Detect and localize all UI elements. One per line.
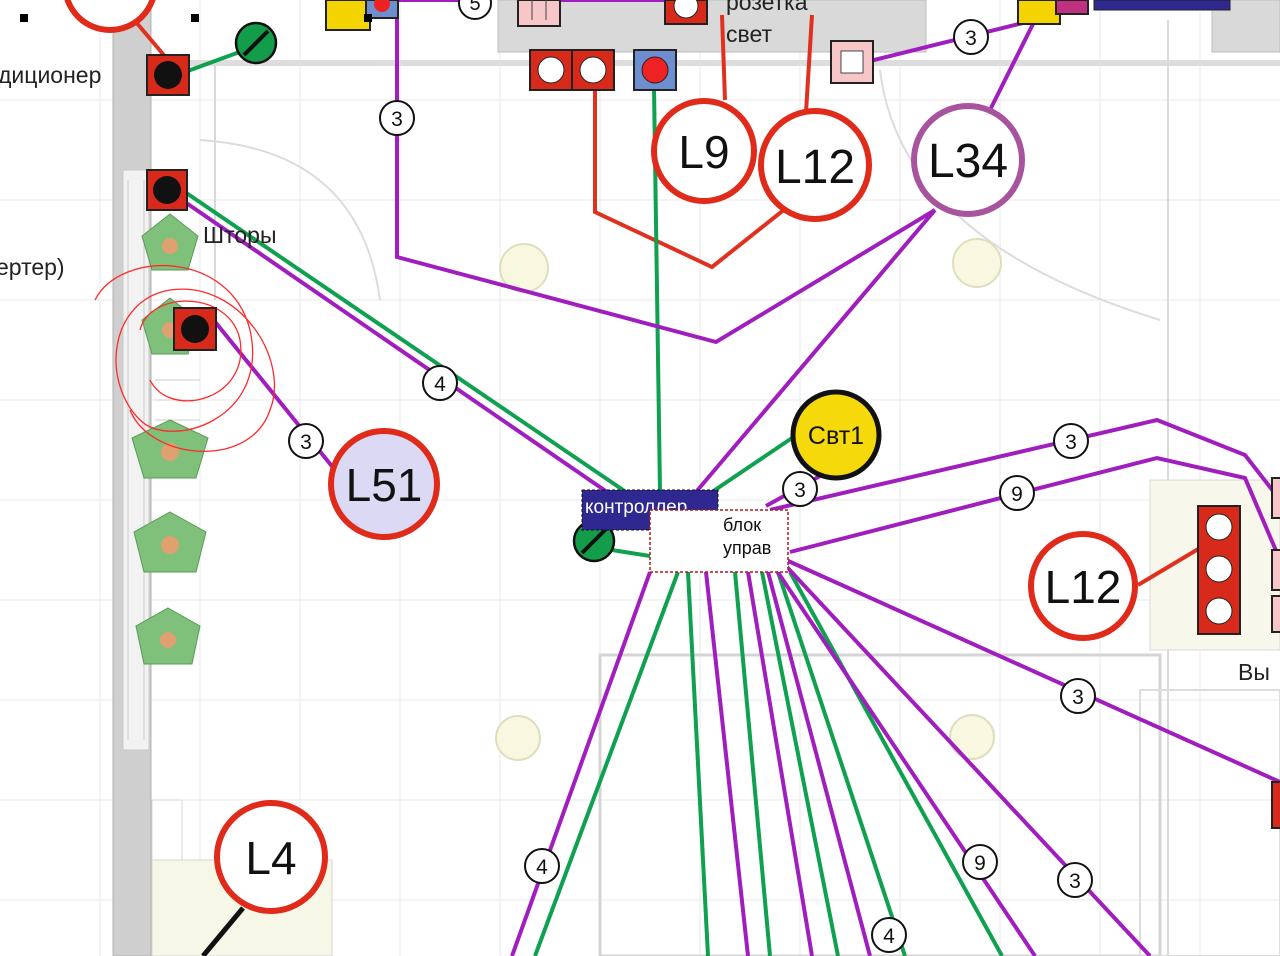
conditioner-outlet[interactable] bbox=[146, 54, 190, 96]
conditioner-label: дициoнер bbox=[0, 62, 101, 88]
line-circle-l4[interactable]: L4 bbox=[214, 800, 328, 914]
svg-text:L51: L51 bbox=[346, 459, 423, 511]
wire-count-badge: 3 bbox=[1053, 423, 1089, 459]
svg-text:L12: L12 bbox=[775, 141, 855, 194]
inverter-label: ертер) bbox=[0, 254, 65, 280]
selection-handle[interactable] bbox=[191, 14, 199, 22]
wire-count-badge: 4 bbox=[524, 848, 560, 884]
wiring-diagram: контроллер блок управ Свт1 L9 L12 L34 L5… bbox=[0, 0, 1280, 956]
svg-text:3: 3 bbox=[300, 431, 312, 454]
pink-outlet[interactable] bbox=[830, 40, 874, 84]
curtains-label: Шторы bbox=[203, 222, 276, 248]
selection-handle[interactable] bbox=[20, 14, 28, 22]
svg-text:9: 9 bbox=[1011, 483, 1023, 506]
wire-count-badge: 3 bbox=[379, 100, 415, 136]
selection-handle[interactable] bbox=[364, 14, 372, 22]
svg-text:L9: L9 bbox=[678, 126, 729, 178]
svg-text:4: 4 bbox=[536, 856, 548, 879]
svg-text:4: 4 bbox=[434, 373, 446, 396]
floor-plan-background bbox=[0, 0, 1280, 956]
ceiling-light bbox=[495, 715, 541, 761]
svg-text:3: 3 bbox=[1065, 431, 1077, 454]
svg-text:3: 3 bbox=[391, 108, 403, 131]
double-socket[interactable] bbox=[529, 49, 615, 91]
socket-label: розетка bbox=[726, 0, 808, 15]
svg-text:3: 3 bbox=[965, 27, 977, 50]
light-label: свет bbox=[726, 21, 772, 47]
svg-text:3: 3 bbox=[1069, 870, 1081, 893]
wire-count-badge: 3 bbox=[1060, 678, 1096, 714]
wire-count-badge: 9 bbox=[962, 844, 998, 880]
line-circle-l9[interactable]: L9 bbox=[651, 98, 757, 204]
svg-text:3: 3 bbox=[1072, 686, 1084, 709]
control-block-line1: блок bbox=[723, 515, 761, 535]
wire-count-badge: 4 bbox=[871, 917, 907, 953]
wire-count-badge: 3 bbox=[953, 19, 989, 55]
light-bubble-label: Свт1 bbox=[808, 422, 864, 450]
curtains-outlet[interactable] bbox=[146, 169, 188, 211]
wire-count-badge: 4 bbox=[422, 365, 458, 401]
upper-wall bbox=[150, 60, 1280, 66]
wiring-plan-canvas: контроллер блок управ Свт1 L9 L12 L34 L5… bbox=[0, 0, 1280, 956]
control-block-line2: управ bbox=[723, 538, 771, 558]
wire-count-badge: 3 bbox=[1057, 862, 1093, 898]
svg-text:L12: L12 bbox=[1045, 561, 1122, 613]
wire-count-badge: 3 bbox=[782, 471, 818, 507]
exit-label: Вы bbox=[1238, 659, 1270, 685]
wire-count-badge: 3 bbox=[288, 423, 324, 459]
green-switch-icon[interactable] bbox=[234, 21, 278, 65]
wire-count-badge: 5 bbox=[458, 0, 492, 20]
light-bubble[interactable]: Свт1 bbox=[790, 389, 882, 481]
svg-text:9: 9 bbox=[974, 852, 986, 875]
ceiling-light bbox=[952, 238, 1002, 288]
line-circle-l51[interactable]: L51 bbox=[328, 428, 440, 540]
svg-text:L34: L34 bbox=[928, 135, 1008, 188]
svg-text:4: 4 bbox=[883, 925, 895, 948]
inverter-outlet[interactable] bbox=[173, 307, 217, 351]
line-circle-l12[interactable]: L12 bbox=[758, 108, 872, 222]
ceiling-light bbox=[949, 714, 995, 760]
svg-text:5: 5 bbox=[469, 0, 480, 15]
triple-socket[interactable] bbox=[1197, 505, 1241, 635]
svg-text:3: 3 bbox=[794, 479, 806, 502]
wire-count-badge: 9 bbox=[999, 475, 1035, 511]
svg-text:L4: L4 bbox=[245, 832, 296, 884]
control-block[interactable]: блок управ bbox=[649, 509, 789, 573]
line-circle-l12-right[interactable]: L12 bbox=[1028, 531, 1138, 641]
blue-sensor[interactable] bbox=[633, 49, 677, 91]
line-circle-l34[interactable]: L34 bbox=[911, 103, 1025, 217]
